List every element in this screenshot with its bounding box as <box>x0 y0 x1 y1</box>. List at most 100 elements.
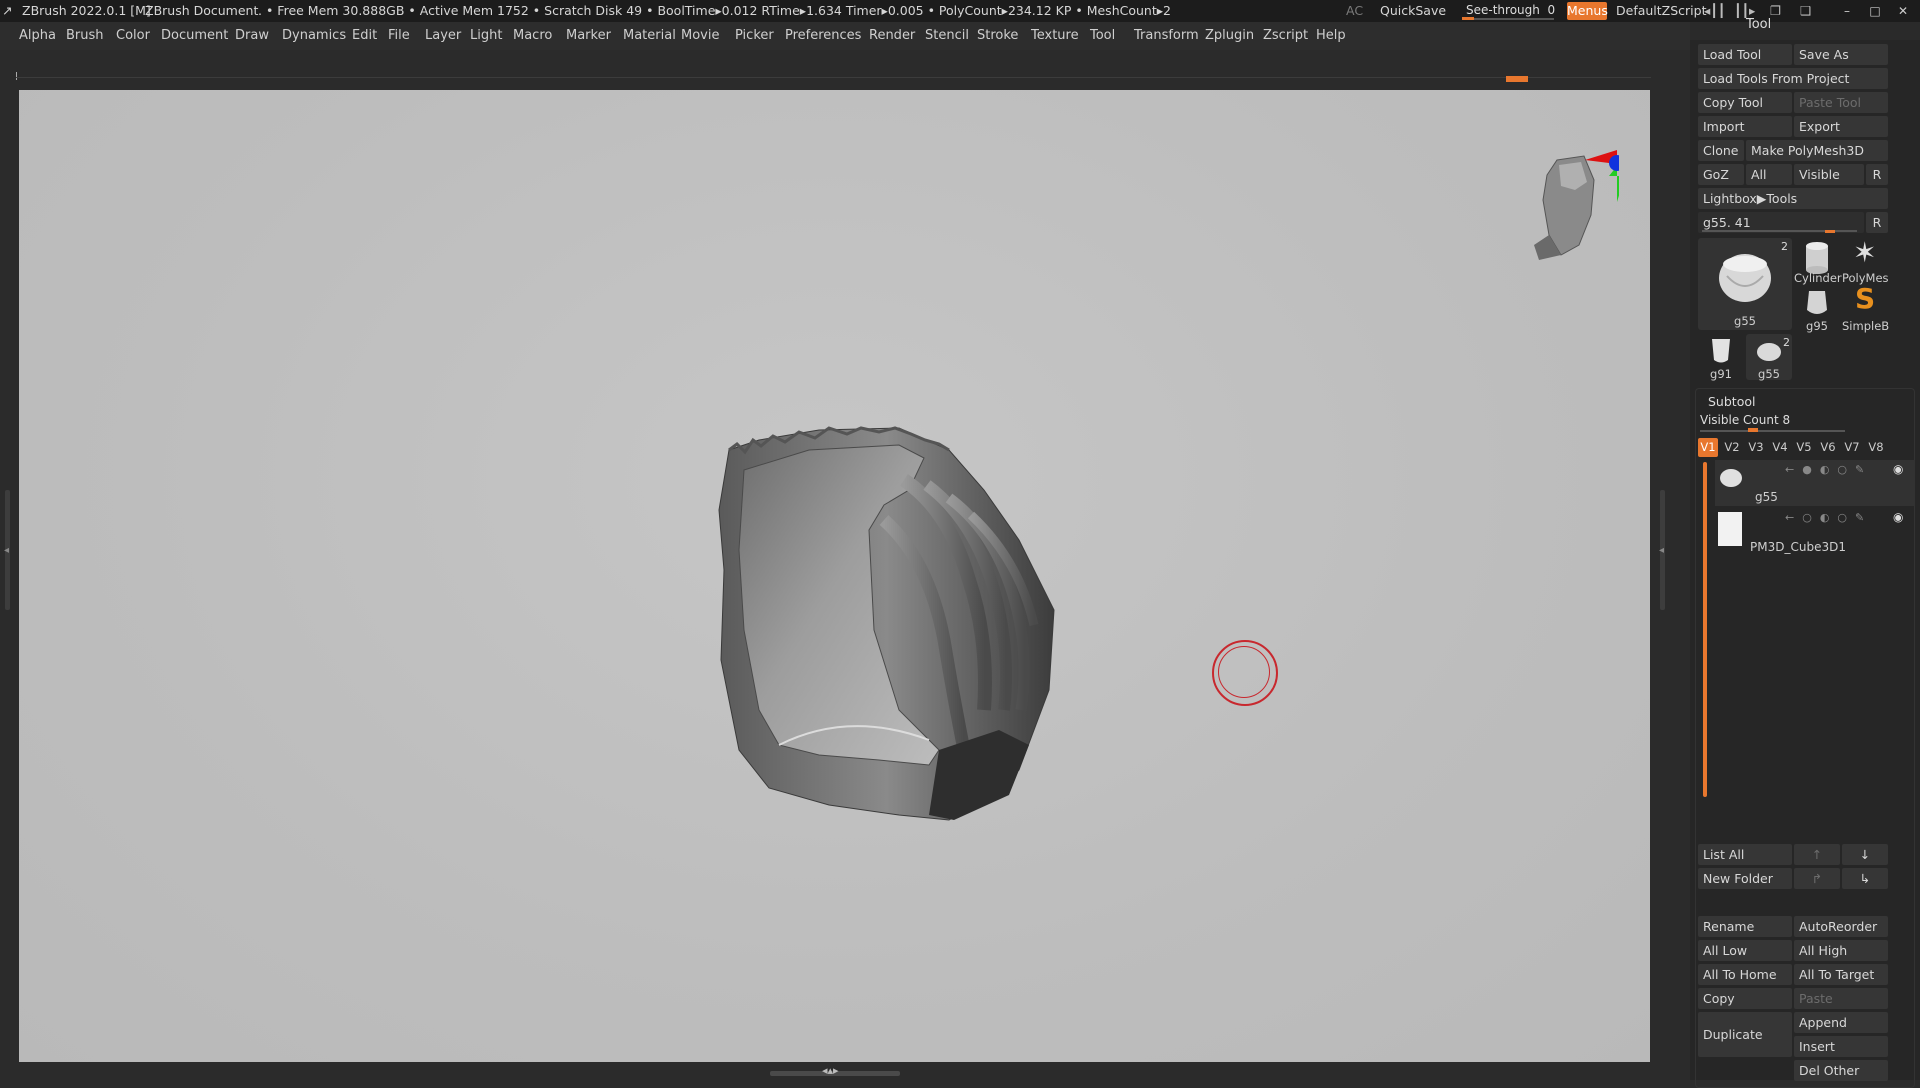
tab-v1[interactable]: V1 <box>1698 438 1718 457</box>
goz-r-button[interactable]: R <box>1866 164 1888 185</box>
ac-indicator[interactable]: AC <box>1346 3 1363 18</box>
folder-out-icon[interactable]: ↱ <box>1794 868 1840 889</box>
all-to-home-button[interactable]: All To Home <box>1698 964 1792 985</box>
subtool-item[interactable]: ←●◐○✎ ◉ g55 <box>1715 460 1915 506</box>
export-button[interactable]: Export <box>1794 116 1888 137</box>
menu-dynamics[interactable]: Dynamics <box>282 28 346 43</box>
navigation-head-gizmo[interactable] <box>1499 120 1619 280</box>
make-polymesh-button[interactable]: Make PolyMesh3D <box>1746 140 1888 161</box>
layout-swap-icon[interactable]: ❐ <box>1770 3 1781 18</box>
tab-v4[interactable]: V4 <box>1770 438 1790 457</box>
autoreorder-button[interactable]: AutoReorder <box>1794 916 1888 937</box>
copy-button[interactable]: Copy <box>1698 988 1792 1009</box>
default-zscript-button[interactable]: DefaultZScript <box>1616 3 1707 18</box>
list-all-button[interactable]: List All <box>1698 844 1792 865</box>
current-tool-slider[interactable]: g55. 41 <box>1698 212 1864 233</box>
move-up-arrow-icon[interactable]: ↑ <box>1794 844 1840 865</box>
document-canvas[interactable] <box>19 90 1650 1062</box>
shelf-orange-indicator[interactable] <box>1506 76 1528 82</box>
layout-dock-icon[interactable]: ❑ <box>1800 3 1811 18</box>
eye-icon[interactable]: ◉ <box>1893 510 1903 524</box>
menus-toggle-button[interactable]: Menus <box>1567 2 1608 20</box>
layout-prev-icon[interactable]: ◂┃┃ <box>1704 3 1725 18</box>
insert-button[interactable]: Insert <box>1794 1036 1888 1057</box>
menu-color[interactable]: Color <box>116 28 150 43</box>
maximize-icon[interactable]: □ <box>1866 2 1884 20</box>
menu-picker[interactable]: Picker <box>735 28 774 43</box>
menu-zplugin[interactable]: Zplugin <box>1205 28 1254 43</box>
menu-transform[interactable]: Transform <box>1134 28 1199 43</box>
import-button[interactable]: Import <box>1698 116 1792 137</box>
menu-brush[interactable]: Brush <box>66 28 104 43</box>
menu-stroke[interactable]: Stroke <box>977 28 1018 43</box>
quicksave-button[interactable]: QuickSave <box>1380 3 1446 18</box>
tool-thumb-g55-main[interactable]: 2 g55 <box>1698 238 1792 330</box>
menu-draw[interactable]: Draw <box>235 28 269 43</box>
rename-button[interactable]: Rename <box>1698 916 1792 937</box>
close-icon[interactable]: ✕ <box>1894 2 1912 20</box>
menu-preferences[interactable]: Preferences <box>785 28 861 43</box>
del-other-button[interactable]: Del Other <box>1794 1060 1888 1081</box>
menu-help[interactable]: Help <box>1316 28 1346 43</box>
menu-marker[interactable]: Marker <box>566 28 611 43</box>
subtool-scrollbar[interactable] <box>1703 462 1707 797</box>
goz-button[interactable]: GoZ <box>1698 164 1744 185</box>
menu-layer[interactable]: Layer <box>425 28 461 43</box>
menu-zscript[interactable]: Zscript <box>1263 28 1308 43</box>
clone-button[interactable]: Clone <box>1698 140 1744 161</box>
tool-thumb-polymesh[interactable]: ✶ PolyMes <box>1842 236 1889 285</box>
append-button[interactable]: Append <box>1794 1012 1888 1033</box>
tab-v6[interactable]: V6 <box>1818 438 1838 457</box>
tool-thumb-cylinder[interactable]: Cylinder <box>1794 238 1842 285</box>
goz-all-button[interactable]: All <box>1746 164 1792 185</box>
tool-thumb-simplebrush[interactable]: S SimpleB <box>1842 282 1889 333</box>
move-down-arrow-icon[interactable]: ↓ <box>1842 844 1888 865</box>
menu-tool[interactable]: Tool <box>1090 28 1115 43</box>
menu-alpha[interactable]: Alpha <box>19 28 56 43</box>
right-tray-arrow-icon[interactable]: ◂ <box>1659 545 1664 556</box>
tool-thumb-g95[interactable]: g95 <box>1794 286 1840 333</box>
menu-edit[interactable]: Edit <box>352 28 377 43</box>
visible-count-knob[interactable] <box>1748 428 1758 432</box>
all-low-button[interactable]: All Low <box>1698 940 1792 961</box>
menu-stencil[interactable]: Stencil <box>925 28 969 43</box>
all-high-button[interactable]: All High <box>1794 940 1888 961</box>
goz-visible-button[interactable]: Visible <box>1794 164 1864 185</box>
subtool-controls-icon[interactable]: ←○◐○✎ <box>1785 511 1872 524</box>
see-through-knob[interactable] <box>1462 17 1474 20</box>
subtool-item[interactable]: ←○◐○✎ ◉ PM3D_Cube3D1 <box>1715 508 1915 554</box>
copy-tool-button[interactable]: Copy Tool <box>1698 92 1792 113</box>
tool-slider-knob[interactable] <box>1825 230 1835 233</box>
tab-v2[interactable]: V2 <box>1722 438 1742 457</box>
see-through-slider[interactable]: See-through 0 <box>1460 2 1560 20</box>
minimize-icon[interactable]: – <box>1838 2 1856 20</box>
paste-tool-button[interactable]: Paste Tool <box>1794 92 1888 113</box>
y-axis-green-arrow[interactable] <box>1609 166 1619 202</box>
duplicate-button[interactable]: Duplicate <box>1698 1012 1792 1057</box>
tab-v5[interactable]: V5 <box>1794 438 1814 457</box>
menu-texture[interactable]: Texture <box>1031 28 1079 43</box>
subtool-controls-icon[interactable]: ←●◐○✎ <box>1785 463 1872 476</box>
load-tool-button[interactable]: Load Tool <box>1698 44 1792 65</box>
lightbox-tools-button[interactable]: Lightbox▶Tools <box>1698 188 1888 209</box>
save-as-button[interactable]: Save As <box>1794 44 1888 65</box>
tool-r-button[interactable]: R <box>1866 212 1888 233</box>
menu-document[interactable]: Document <box>161 28 228 43</box>
tool-thumb-g91[interactable]: g91 <box>1698 334 1744 381</box>
new-folder-button[interactable]: New Folder <box>1698 868 1792 889</box>
layout-next-icon[interactable]: ┃┃▸ <box>1734 3 1755 18</box>
bottom-tray-arrow-icon[interactable]: ◂▴▸ <box>822 1064 839 1077</box>
tool-thumb-g55-small[interactable]: 2 g55 <box>1746 334 1792 381</box>
menu-light[interactable]: Light <box>470 28 502 43</box>
tab-v3[interactable]: V3 <box>1746 438 1766 457</box>
subtool-title[interactable]: Subtool <box>1708 394 1755 409</box>
eye-icon[interactable]: ◉ <box>1893 462 1903 476</box>
menu-file[interactable]: File <box>388 28 410 43</box>
tab-v7[interactable]: V7 <box>1842 438 1862 457</box>
menu-render[interactable]: Render <box>869 28 915 43</box>
all-to-target-button[interactable]: All To Target <box>1794 964 1888 985</box>
left-tray-arrow-icon[interactable]: ◂ <box>4 545 9 556</box>
folder-in-icon[interactable]: ↳ <box>1842 868 1888 889</box>
tab-v8[interactable]: V8 <box>1866 438 1886 457</box>
sculpt-model[interactable] <box>699 410 1069 860</box>
